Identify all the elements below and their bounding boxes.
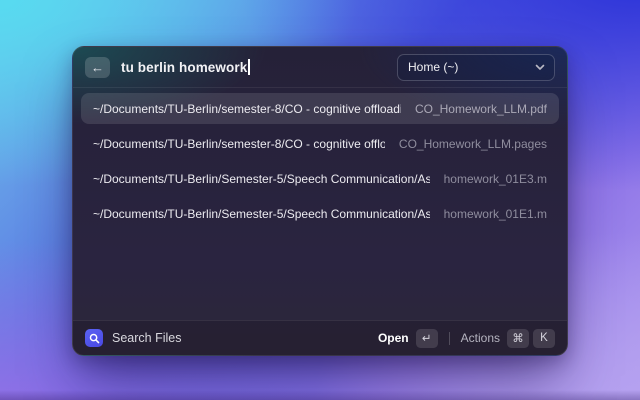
chevron-down-icon (535, 64, 545, 71)
search-bar: ← tu berlin homework Home (~) (73, 47, 567, 88)
return-key-badge[interactable]: ↵ (415, 328, 438, 348)
command-key-badge[interactable]: ⌘ (507, 328, 529, 348)
result-filename: homework_01E3.m (443, 171, 547, 186)
search-files-extension-icon (85, 329, 103, 347)
result-row[interactable]: ~/Documents/TU-Berlin/semester-8/CO - co… (81, 93, 559, 124)
k-key-badge[interactable]: K (533, 328, 555, 348)
wallpaper-bottom-edge (0, 390, 640, 400)
text-cursor (248, 59, 250, 75)
actions-menu-button[interactable]: Actions (461, 331, 500, 345)
result-path: ~/Documents/TU-Berlin/Semester-5/Speech … (93, 171, 430, 186)
result-filename: CO_Homework_LLM.pages (398, 136, 547, 151)
search-icon (89, 333, 99, 343)
extension-name-label: Search Files (112, 331, 182, 345)
result-row[interactable]: ~/Documents/TU-Berlin/Semester-5/Speech … (81, 163, 559, 194)
back-arrow-icon: ← (91, 59, 104, 75)
search-results-list: ~/Documents/TU-Berlin/semester-8/CO - co… (73, 88, 567, 320)
search-input-value: tu berlin homework (121, 59, 248, 75)
search-scope-dropdown[interactable]: Home (~) (397, 53, 555, 81)
footer-divider (448, 331, 450, 345)
result-row[interactable]: ~/Documents/TU-Berlin/Semester-5/Speech … (81, 198, 559, 229)
launcher-window: ← tu berlin homework Home (~) ~/Document… (72, 46, 568, 356)
result-path: ~/Documents/TU-Berlin/semester-8/CO - co… (93, 136, 385, 151)
search-input[interactable]: tu berlin homework (121, 59, 250, 75)
back-button[interactable]: ← (85, 56, 110, 78)
open-action-button[interactable]: Open (378, 331, 409, 345)
action-bar: Search Files Open ↵ Actions ⌘ K (73, 320, 567, 355)
scope-dropdown-value: Home (~) (408, 60, 459, 74)
result-filename: homework_01E1.m (443, 206, 547, 221)
result-path: ~/Documents/TU-Berlin/semester-8/CO - co… (93, 101, 401, 116)
result-row[interactable]: ~/Documents/TU-Berlin/semester-8/CO - co… (81, 128, 559, 159)
result-filename: CO_Homework_LLM.pdf (414, 101, 547, 116)
result-path: ~/Documents/TU-Berlin/Semester-5/Speech … (93, 206, 430, 221)
